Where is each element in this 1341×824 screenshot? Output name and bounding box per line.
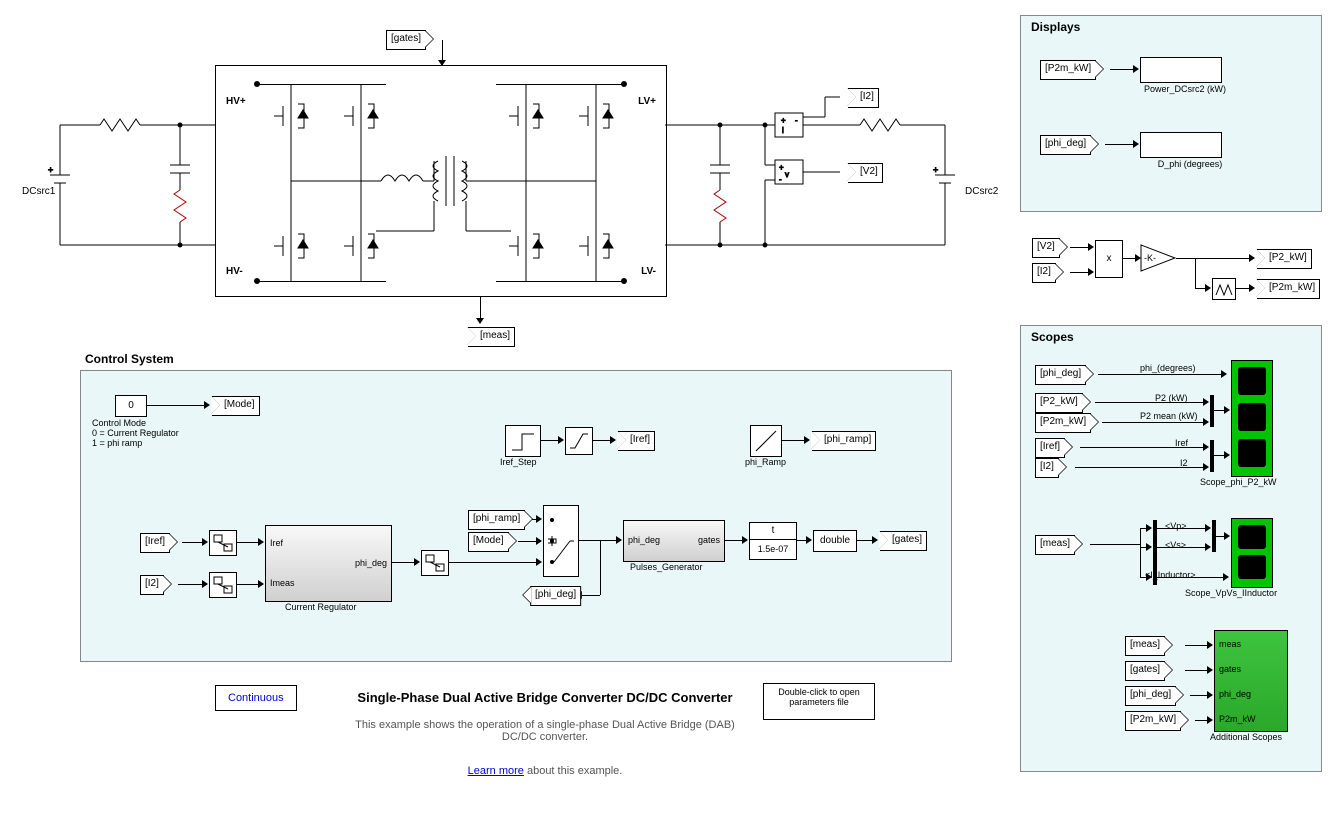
tag-phiramp-from[interactable]: [phi_ramp] xyxy=(468,510,525,530)
dcsrc1-label: DCsrc1 xyxy=(22,186,55,197)
il-label: <I_Inductor> xyxy=(1145,570,1196,580)
tag-mode-goto[interactable]: [Mode] xyxy=(212,396,260,416)
mux-i[interactable] xyxy=(1210,440,1214,472)
iref-saturation[interactable] xyxy=(565,427,593,455)
pulses-generator-label: Pulses_Generator xyxy=(630,562,703,572)
additional-scopes-label: Additional Scopes xyxy=(1210,732,1282,742)
converter-subsystem[interactable]: HV+ HV- LV+ LV- xyxy=(215,65,667,297)
rate-transition-i2[interactable] xyxy=(209,572,237,598)
parameters-file-block[interactable]: Double-click to open parameters file xyxy=(763,683,875,720)
scope2-label: Scope_VpVs_IInductor xyxy=(1185,588,1277,598)
sig-p2m-label: P2 mean (kW) xyxy=(1140,411,1198,421)
phi-ramp-label: phi_Ramp xyxy=(745,457,786,467)
tag-p2m-display[interactable]: [P2m_kW] xyxy=(1040,60,1096,80)
displays-title: Displays xyxy=(1031,20,1080,34)
tag-phiramp-goto[interactable]: [phi_ramp] xyxy=(812,431,876,451)
svg-text:-: - xyxy=(779,175,782,184)
svg-text:+: + xyxy=(779,163,784,172)
current-regulator-label: Current Regulator xyxy=(285,602,357,612)
svg-text:+: + xyxy=(48,165,53,175)
tag-i2-calc[interactable]: [I2] xyxy=(1032,263,1056,283)
tag-gates-top[interactable]: [gates] xyxy=(386,30,426,50)
tag-p2mkw-goto[interactable]: [P2m_kW] xyxy=(1257,279,1320,299)
scopes-title: Scopes xyxy=(1031,330,1074,344)
learn-more-line: Learn more about this example. xyxy=(355,765,735,777)
svg-text:i: i xyxy=(782,126,784,135)
dcsrc2-label: DCsrc2 xyxy=(965,186,998,197)
phi-ramp-block[interactable] xyxy=(750,425,782,457)
tag-iref-from[interactable]: [Iref] xyxy=(140,533,170,553)
switch-block[interactable] xyxy=(543,505,579,577)
vp-label: <Vp> xyxy=(1165,521,1187,531)
tag-gates-goto[interactable]: [gates] xyxy=(880,531,927,551)
control-mode-constant[interactable]: 0 xyxy=(115,395,147,417)
displays-panel: Displays xyxy=(1020,15,1322,212)
iref-step-block[interactable] xyxy=(505,425,541,457)
tag-i2[interactable]: [I2] xyxy=(848,88,879,108)
tag-p2kw-goto[interactable]: [P2_kW] xyxy=(1257,249,1312,269)
pulses-generator-block[interactable]: phi_deg gates xyxy=(623,520,725,562)
display-phi[interactable] xyxy=(1140,132,1222,158)
sig-phi-label: phi_(degrees) xyxy=(1140,363,1196,373)
display-power-label: Power_DCsrc2 (kW) xyxy=(1130,84,1240,94)
tag-iref-scope[interactable]: [Iref] xyxy=(1035,438,1065,458)
svg-text:v: v xyxy=(785,170,789,179)
svg-text:-: - xyxy=(795,116,798,125)
additional-scopes-block[interactable]: meas gates phi_deg P2m_kW xyxy=(1214,630,1288,732)
mean-block[interactable] xyxy=(1212,278,1236,300)
svg-text:+: + xyxy=(933,165,938,175)
model-title: Single-Phase Dual Active Bridge Converte… xyxy=(355,690,735,705)
tag-v2-calc[interactable]: [V2] xyxy=(1032,238,1060,258)
rate-transition-out[interactable] xyxy=(421,550,449,576)
scope-phi-p2[interactable] xyxy=(1231,360,1273,477)
tag-p2mkw-as[interactable]: [P2m_kW] xyxy=(1125,711,1181,731)
control-mode-label: Control Mode 0 = Current Regulator 1 = p… xyxy=(92,418,212,448)
tag-phideg-goto[interactable]: [phi_deg] xyxy=(530,586,581,606)
display-power[interactable] xyxy=(1140,57,1222,83)
tag-v2[interactable]: [V2] xyxy=(848,163,883,183)
rate-transition-iref[interactable] xyxy=(209,530,237,556)
scope-vpvs[interactable] xyxy=(1231,518,1273,588)
vs-label: <Vs> xyxy=(1165,540,1186,550)
current-regulator-block[interactable]: Iref Imeas phi_deg xyxy=(265,525,392,602)
sample-time-block[interactable]: t 1.5e-07 xyxy=(749,522,797,560)
datatype-double[interactable]: double xyxy=(813,530,857,552)
gain-label: -K- xyxy=(1144,253,1156,263)
tag-gates-as[interactable]: [gates] xyxy=(1125,661,1165,681)
tag-meas-scope[interactable]: [meas] xyxy=(1035,535,1075,555)
tag-i2-scope[interactable]: [I2] xyxy=(1035,458,1059,478)
bridge-schematic xyxy=(216,66,666,296)
tag-phi-display[interactable]: [phi_deg] xyxy=(1040,135,1091,155)
svg-text:+: + xyxy=(781,116,786,125)
tag-i2-from[interactable]: [I2] xyxy=(140,575,164,595)
tag-iref-goto[interactable]: [Iref] xyxy=(618,431,655,451)
learn-more-link[interactable]: Learn more xyxy=(468,765,524,777)
display-phi-label: D_phi (degrees) xyxy=(1140,159,1240,169)
dcsrc2-network: + i - + v - + xyxy=(665,65,985,295)
mux-p2[interactable] xyxy=(1210,395,1214,427)
tag-mode-from[interactable]: [Mode] xyxy=(468,532,509,552)
dcsrc1-network: + xyxy=(30,65,230,295)
tag-phideg-as[interactable]: [phi_deg] xyxy=(1125,686,1176,706)
product-block[interactable]: x xyxy=(1095,240,1123,278)
tag-meas-as[interactable]: [meas] xyxy=(1125,636,1165,656)
control-system-title: Control System xyxy=(85,352,174,366)
tag-meas-out[interactable]: [meas] xyxy=(468,327,515,347)
tag-p2mkw-scope[interactable]: [P2m_kW] xyxy=(1035,413,1091,433)
model-description: This example shows the operation of a si… xyxy=(355,719,735,743)
tag-phideg-scope[interactable]: [phi_deg] xyxy=(1035,365,1086,385)
iref-step-label: Iref_Step xyxy=(500,457,537,467)
scope1-label: Scope_phi_P2_kW xyxy=(1200,477,1277,487)
powergui-block[interactable]: Continuous xyxy=(215,685,297,711)
tag-p2kw-scope[interactable]: [P2_kW] xyxy=(1035,393,1083,413)
